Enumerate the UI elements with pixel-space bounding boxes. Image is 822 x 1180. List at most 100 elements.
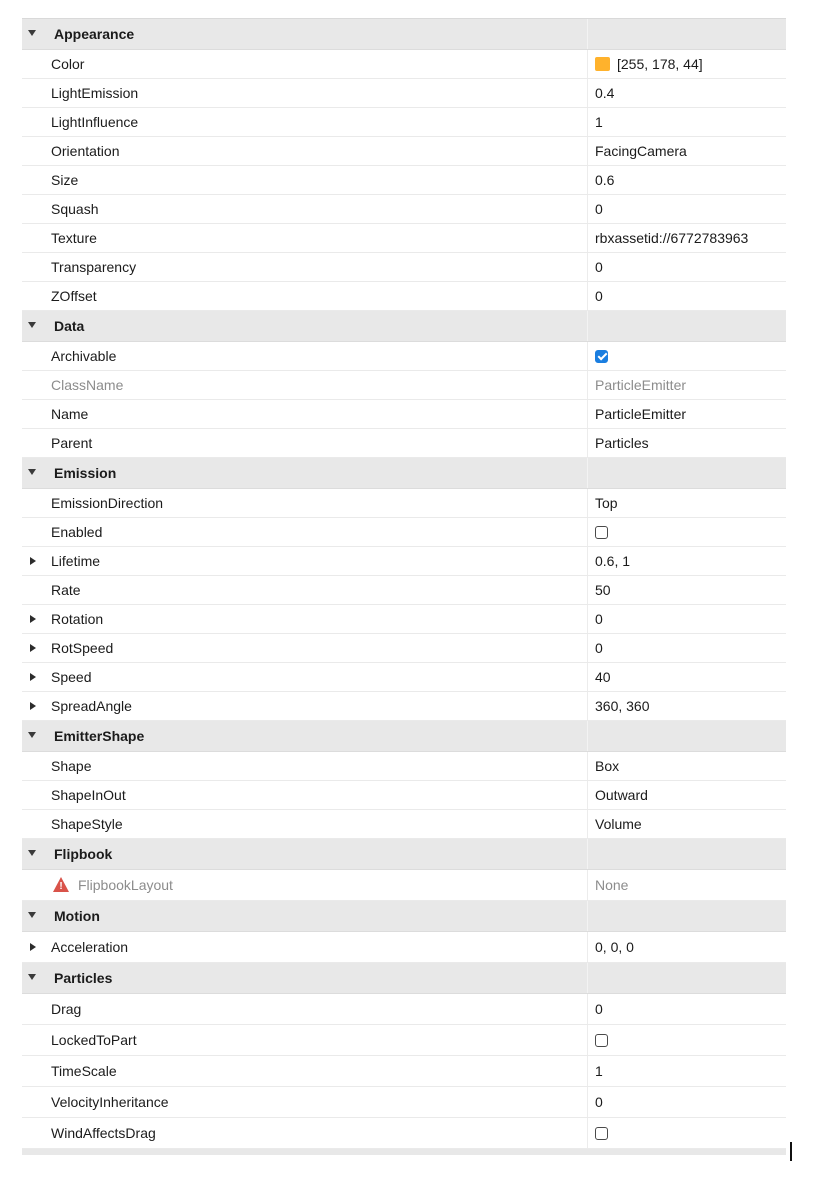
collapse-chevron-icon[interactable] xyxy=(28,912,36,918)
section-header-emission[interactable]: Emission xyxy=(22,458,786,489)
column-divider xyxy=(587,50,588,78)
expand-arrow-icon[interactable] xyxy=(30,673,36,681)
property-row-emission-direction[interactable]: EmissionDirection Top xyxy=(22,489,786,518)
locked-to-part-checkbox[interactable] xyxy=(595,1033,608,1047)
property-value[interactable]: Volume xyxy=(595,816,642,832)
property-value[interactable]: 0 xyxy=(595,259,603,275)
property-value[interactable]: 1 xyxy=(595,1063,603,1079)
property-row-shape-in-out[interactable]: ShapeInOut Outward xyxy=(22,781,786,810)
property-row-rate[interactable]: Rate 50 xyxy=(22,576,786,605)
column-divider xyxy=(587,79,588,107)
property-row-parent[interactable]: Parent Particles xyxy=(22,429,786,458)
property-row-size[interactable]: Size 0.6 xyxy=(22,166,786,195)
property-value[interactable]: 0.4 xyxy=(595,85,614,101)
property-value[interactable]: [255, 178, 44] xyxy=(595,56,703,72)
property-value-text: ParticleEmitter xyxy=(595,406,687,422)
section-header-emitter-shape[interactable]: EmitterShape xyxy=(22,721,786,752)
collapse-chevron-icon[interactable] xyxy=(28,850,36,856)
expand-arrow-icon[interactable] xyxy=(30,615,36,623)
property-row-texture[interactable]: Texture rbxassetid://6772783963 xyxy=(22,224,786,253)
collapse-chevron-icon[interactable] xyxy=(28,469,36,475)
property-row-color[interactable]: Color [255, 178, 44] xyxy=(22,50,786,79)
column-divider xyxy=(587,781,588,809)
property-row-drag[interactable]: Drag 0 xyxy=(22,994,786,1025)
property-value[interactable]: 0.6 xyxy=(595,172,614,188)
section-header-flipbook[interactable]: Flipbook xyxy=(22,839,786,870)
collapse-chevron-icon[interactable] xyxy=(28,974,36,980)
property-value[interactable]: 0, 0, 0 xyxy=(595,939,634,955)
property-row-speed[interactable]: Speed 40 xyxy=(22,663,786,692)
property-row-shape[interactable]: Shape Box xyxy=(22,752,786,781)
archivable-checkbox[interactable] xyxy=(595,349,608,363)
property-row-locked-to-part[interactable]: LockedToPart xyxy=(22,1025,786,1056)
property-value[interactable]: Outward xyxy=(595,787,648,803)
column-divider xyxy=(587,19,588,49)
property-value[interactable]: 360, 360 xyxy=(595,698,650,714)
property-row-archivable[interactable]: Archivable xyxy=(22,342,786,371)
property-value[interactable]: 0.6, 1 xyxy=(595,553,630,569)
property-row-flipbook-layout[interactable]: ! FlipbookLayout None xyxy=(22,870,786,901)
property-name: LockedToPart xyxy=(51,1032,137,1048)
property-row-squash[interactable]: Squash 0 xyxy=(22,195,786,224)
property-row-shape-style[interactable]: ShapeStyle Volume xyxy=(22,810,786,839)
color-swatch-icon[interactable] xyxy=(595,57,610,71)
property-value[interactable]: Top xyxy=(595,495,618,511)
property-value[interactable]: Particles xyxy=(595,435,649,451)
section-title: EmitterShape xyxy=(54,728,145,744)
expand-arrow-icon[interactable] xyxy=(30,702,36,710)
property-value[interactable]: 0 xyxy=(595,201,603,217)
section-header-appearance[interactable]: Appearance xyxy=(22,19,786,50)
property-value[interactable]: 50 xyxy=(595,582,611,598)
property-row-rotation[interactable]: Rotation 0 xyxy=(22,605,786,634)
property-row-time-scale[interactable]: TimeScale 1 xyxy=(22,1056,786,1087)
column-divider xyxy=(587,166,588,194)
column-divider xyxy=(587,576,588,604)
property-value[interactable]: 40 xyxy=(595,669,611,685)
property-value[interactable]: 0 xyxy=(595,288,603,304)
property-value[interactable]: 0 xyxy=(595,640,603,656)
expand-arrow-icon[interactable] xyxy=(30,557,36,565)
collapse-chevron-icon[interactable] xyxy=(28,30,36,36)
property-row-light-influence[interactable]: LightInfluence 1 xyxy=(22,108,786,137)
property-row-light-emission[interactable]: LightEmission 0.4 xyxy=(22,79,786,108)
property-row-name[interactable]: Name ParticleEmitter xyxy=(22,400,786,429)
property-value[interactable]: rbxassetid://6772783963 xyxy=(595,230,748,246)
property-value-text: Top xyxy=(595,495,618,511)
property-row-rot-speed[interactable]: RotSpeed 0 xyxy=(22,634,786,663)
property-value[interactable]: ParticleEmitter xyxy=(595,406,686,422)
property-row-wind-affects-drag[interactable]: WindAffectsDrag xyxy=(22,1118,786,1149)
column-divider xyxy=(587,663,588,691)
collapse-chevron-icon[interactable] xyxy=(28,732,36,738)
property-value[interactable]: 1 xyxy=(595,114,603,130)
section-header-particles[interactable]: Particles xyxy=(22,963,786,994)
property-row-enabled[interactable]: Enabled xyxy=(22,518,786,547)
property-row-transparency[interactable]: Transparency 0 xyxy=(22,253,786,282)
property-name: Transparency xyxy=(51,259,137,275)
property-row-orientation[interactable]: Orientation FacingCamera xyxy=(22,137,786,166)
property-row-spread-angle[interactable]: SpreadAngle 360, 360 xyxy=(22,692,786,721)
property-row-class-name[interactable]: ClassName ParticleEmitter xyxy=(22,371,786,400)
property-name: LightInfluence xyxy=(51,114,139,130)
wind-affects-drag-checkbox[interactable] xyxy=(595,1126,608,1140)
section-title: Data xyxy=(54,318,85,334)
property-value[interactable]: 0 xyxy=(595,1094,603,1110)
collapse-chevron-icon[interactable] xyxy=(28,322,36,328)
property-row-lifetime[interactable]: Lifetime 0.6, 1 xyxy=(22,547,786,576)
section-header-data[interactable]: Data xyxy=(22,311,786,342)
expand-arrow-icon[interactable] xyxy=(30,644,36,652)
property-row-acceleration[interactable]: Acceleration 0, 0, 0 xyxy=(22,932,786,963)
property-value-text: 360, 360 xyxy=(595,698,650,714)
property-value[interactable]: 0 xyxy=(595,611,603,627)
property-value[interactable]: Box xyxy=(595,758,619,774)
property-name: Drag xyxy=(51,1001,82,1017)
expand-arrow-icon[interactable] xyxy=(30,943,36,951)
property-value-text: 40 xyxy=(595,669,611,685)
property-value[interactable]: 0 xyxy=(595,1001,603,1017)
property-row-velocity-inheritance[interactable]: VelocityInheritance 0 xyxy=(22,1087,786,1118)
property-value-text: 0.6, 1 xyxy=(595,553,631,569)
property-row-zoffset[interactable]: ZOffset 0 xyxy=(22,282,786,311)
enabled-checkbox[interactable] xyxy=(595,525,608,539)
section-header-motion[interactable]: Motion xyxy=(22,901,786,932)
property-value[interactable]: FacingCamera xyxy=(595,143,687,159)
property-name: Archivable xyxy=(51,348,117,364)
